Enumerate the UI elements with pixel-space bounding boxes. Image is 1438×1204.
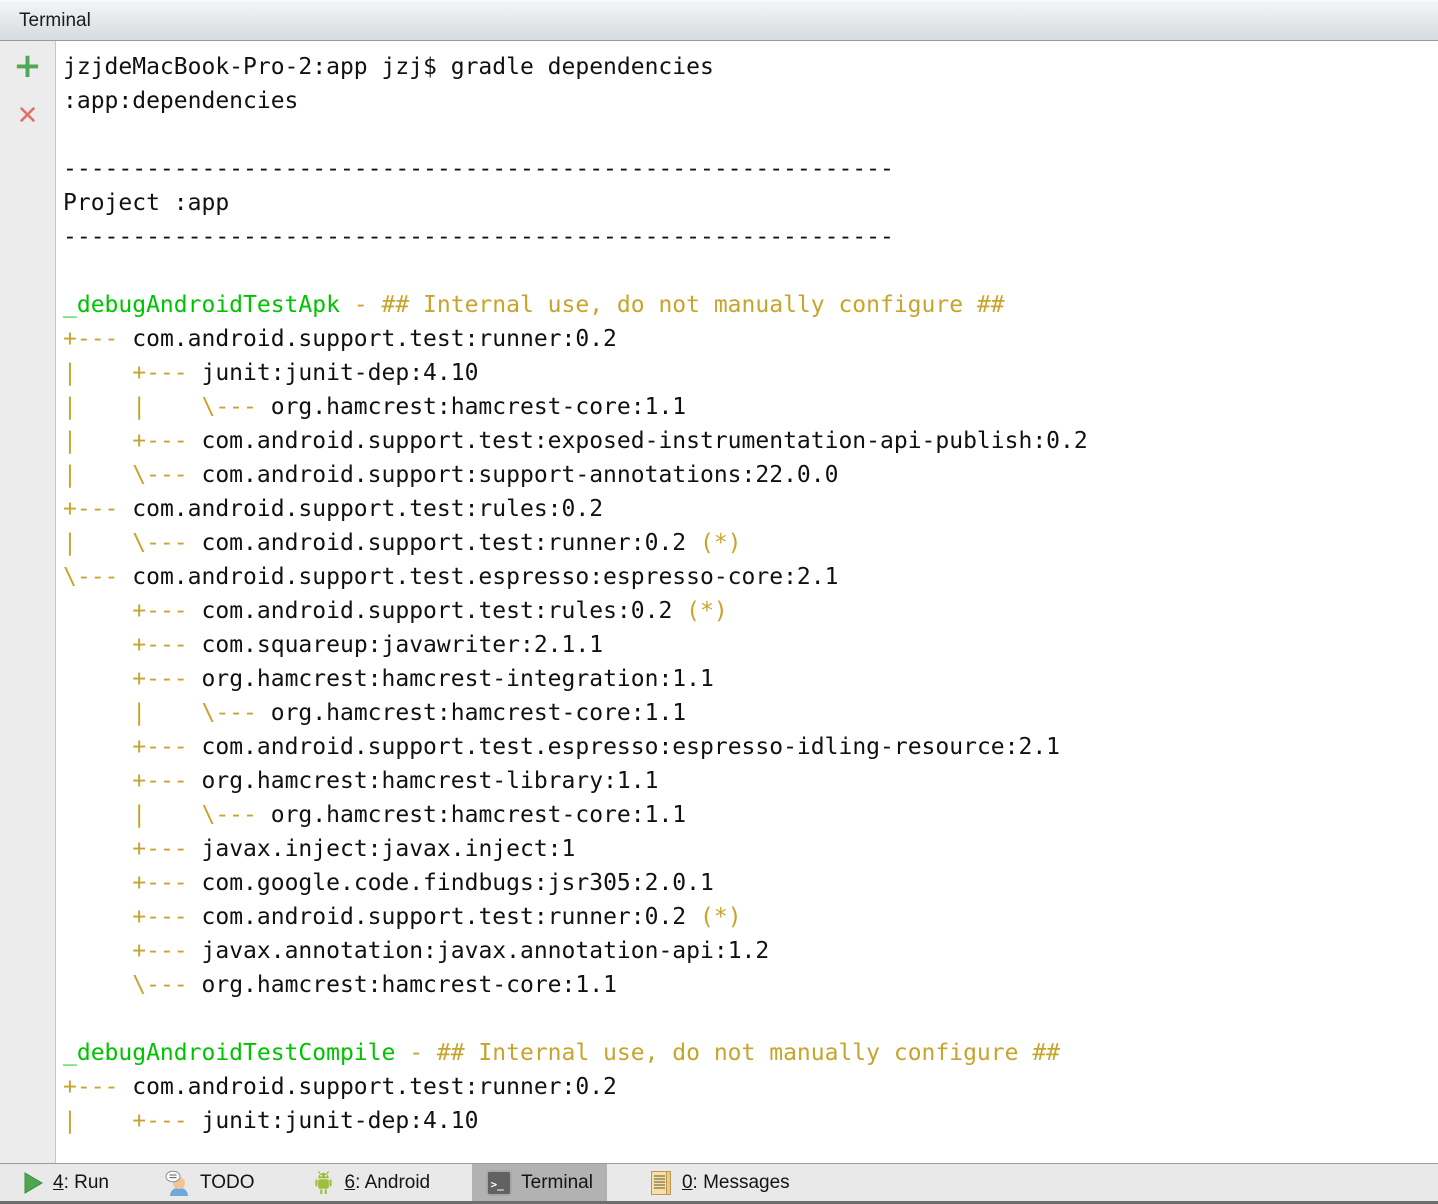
tab-todo[interactable]: TODO bbox=[151, 1164, 269, 1201]
tab-label-android: 6: Android bbox=[345, 1172, 431, 1194]
terminal-line: | | \--- org.hamcrest:hamcrest-core:1.1 bbox=[63, 390, 1438, 424]
terminal-line: | \--- org.hamcrest:hamcrest-core:1.1 bbox=[63, 696, 1438, 730]
terminal-line: Project :app bbox=[63, 186, 1438, 220]
tab-run[interactable]: 4: Run bbox=[8, 1164, 123, 1201]
terminal-line: +--- javax.annotation:javax.annotation-a… bbox=[63, 934, 1438, 968]
close-terminal-button[interactable]: ✕ bbox=[11, 99, 45, 133]
plus-icon: + bbox=[13, 49, 42, 83]
terminal-line: +--- com.android.support.test:rules:0.2 bbox=[63, 492, 1438, 526]
terminal-line: +--- com.android.support.test:runner:0.2… bbox=[63, 900, 1438, 934]
terminal-icon: >_ bbox=[486, 1170, 512, 1196]
terminal-line: :app:dependencies bbox=[63, 84, 1438, 118]
tool-window-header: Terminal bbox=[0, 0, 1438, 41]
terminal-output[interactable]: jzjdeMacBook-Pro-2:app jzj$ gradle depen… bbox=[56, 41, 1438, 1163]
terminal-line: \--- org.hamcrest:hamcrest-core:1.1 bbox=[63, 968, 1438, 1002]
messages-icon bbox=[649, 1170, 673, 1196]
tab-label-todo: TODO bbox=[200, 1172, 255, 1194]
tab-android[interactable]: 6: Android bbox=[297, 1164, 445, 1201]
terminal-line: | +--- junit:junit-dep:4.10 bbox=[63, 1104, 1438, 1138]
todo-icon bbox=[165, 1170, 191, 1196]
terminal-line: | \--- com.android.support:support-annot… bbox=[63, 458, 1438, 492]
tab-label-run: 4: Run bbox=[53, 1172, 109, 1194]
terminal-panel: + ✕ jzjdeMacBook-Pro-2:app jzj$ gradle d… bbox=[0, 41, 1438, 1163]
terminal-line: +--- com.google.code.findbugs:jsr305:2.0… bbox=[63, 866, 1438, 900]
tab-terminal[interactable]: >_ Terminal bbox=[472, 1164, 607, 1201]
android-icon bbox=[311, 1170, 336, 1196]
close-icon: ✕ bbox=[17, 103, 39, 129]
terminal-line: +--- com.android.support.test:rules:0.2 … bbox=[63, 594, 1438, 628]
terminal-toolbar: + ✕ bbox=[0, 41, 56, 1163]
tab-label-messages: 0: Messages bbox=[682, 1172, 790, 1194]
terminal-line: +--- com.squareup:javawriter:2.1.1 bbox=[63, 628, 1438, 662]
terminal-line: | \--- org.hamcrest:hamcrest-core:1.1 bbox=[63, 798, 1438, 832]
tab-messages[interactable]: 0: Messages bbox=[635, 1164, 804, 1201]
run-icon bbox=[22, 1171, 44, 1195]
terminal-line: +--- com.android.support.test.espresso:e… bbox=[63, 730, 1438, 764]
terminal-line: +--- com.android.support.test:runner:0.2 bbox=[63, 322, 1438, 356]
terminal-line: ----------------------------------------… bbox=[63, 220, 1438, 254]
svg-text:>_: >_ bbox=[491, 1178, 505, 1191]
terminal-line: ----------------------------------------… bbox=[63, 152, 1438, 186]
add-terminal-button[interactable]: + bbox=[11, 49, 45, 83]
terminal-line: _debugAndroidTestCompile - ## Internal u… bbox=[63, 1036, 1438, 1070]
terminal-line: jzjdeMacBook-Pro-2:app jzj$ gradle depen… bbox=[63, 50, 1438, 84]
terminal-line: +--- org.hamcrest:hamcrest-integration:1… bbox=[63, 662, 1438, 696]
terminal-line: | \--- com.android.support.test:runner:0… bbox=[63, 526, 1438, 560]
panel-title: Terminal bbox=[19, 10, 91, 32]
terminal-line: +--- javax.inject:javax.inject:1 bbox=[63, 832, 1438, 866]
terminal-line: \--- com.android.support.test.espresso:e… bbox=[63, 560, 1438, 594]
terminal-line bbox=[63, 254, 1438, 288]
terminal-line bbox=[63, 1002, 1438, 1036]
terminal-line bbox=[63, 118, 1438, 152]
statusbar-tabs: 4: Run TODO 6: Android >_ Terminal 0: Message… bbox=[0, 1163, 1438, 1204]
terminal-line: | +--- com.android.support.test:exposed-… bbox=[63, 424, 1438, 458]
terminal-line: +--- org.hamcrest:hamcrest-library:1.1 bbox=[63, 764, 1438, 798]
terminal-line: _debugAndroidTestApk - ## Internal use, … bbox=[63, 288, 1438, 322]
tab-label-terminal: Terminal bbox=[521, 1172, 593, 1194]
terminal-line: | +--- junit:junit-dep:4.10 bbox=[63, 356, 1438, 390]
terminal-line: +--- com.android.support.test:runner:0.2 bbox=[63, 1070, 1438, 1104]
